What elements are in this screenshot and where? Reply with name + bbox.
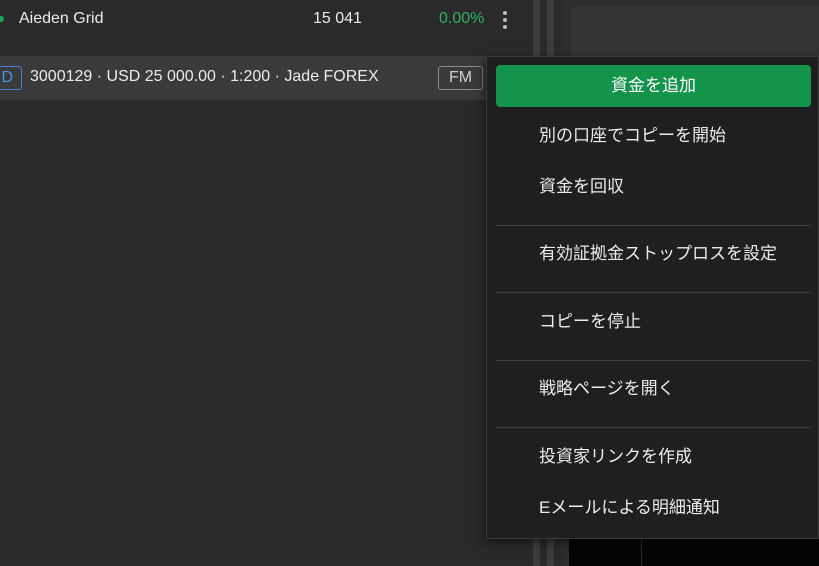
app-screen: Aieden Grid 15 041 0.00% D 3000129 · USD… [0,0,819,566]
menu-item-open-strategy-page[interactable]: 戦略ページを開く [487,369,818,409]
menu-separator [496,225,811,226]
context-menu: 資金を追加 別の口座でコピーを開始 資金を回収 有効証拠金ストップロスを設定 コ… [486,56,819,539]
menu-item-start-copy-other-account[interactable]: 別の口座でコピーを開始 [487,116,818,156]
menu-item-create-investor-link[interactable]: 投資家リンクを作成 [487,437,818,477]
more-options-icon[interactable] [498,9,512,31]
account-row[interactable]: D 3000129 · USD 25 000.00 · 1:200 · Jade… [0,56,530,100]
account-mode-badge: FM [438,66,483,90]
strategy-name: Aieden Grid [19,10,104,27]
menu-item-stop-copy[interactable]: コピーを停止 [487,302,818,342]
menu-item-withdraw-funds[interactable]: 資金を回収 [487,167,818,207]
menu-item-set-equity-stop-loss[interactable]: 有効証拠金ストップロスを設定 [487,234,818,274]
add-funds-button[interactable]: 資金を追加 [496,65,811,107]
account-summary: 3000129 · USD 25 000.00 · 1:200 · Jade F… [30,68,379,85]
account-type-badge: D [0,66,22,90]
menu-separator [496,292,811,293]
status-dot-icon [0,16,4,22]
right-card [571,6,819,58]
strategy-count: 15 041 [313,10,362,27]
menu-separator [496,360,811,361]
menu-separator [496,427,811,428]
strategy-percent: 0.00% [439,10,485,27]
bottom-divider [641,538,642,566]
copy-list: Aieden Grid 15 041 0.00% D 3000129 · USD… [0,0,530,566]
bottom-block [569,538,819,566]
strategy-row[interactable]: Aieden Grid 15 041 0.00% [0,0,530,38]
menu-item-email-statement[interactable]: Eメールによる明細通知 [487,488,818,528]
